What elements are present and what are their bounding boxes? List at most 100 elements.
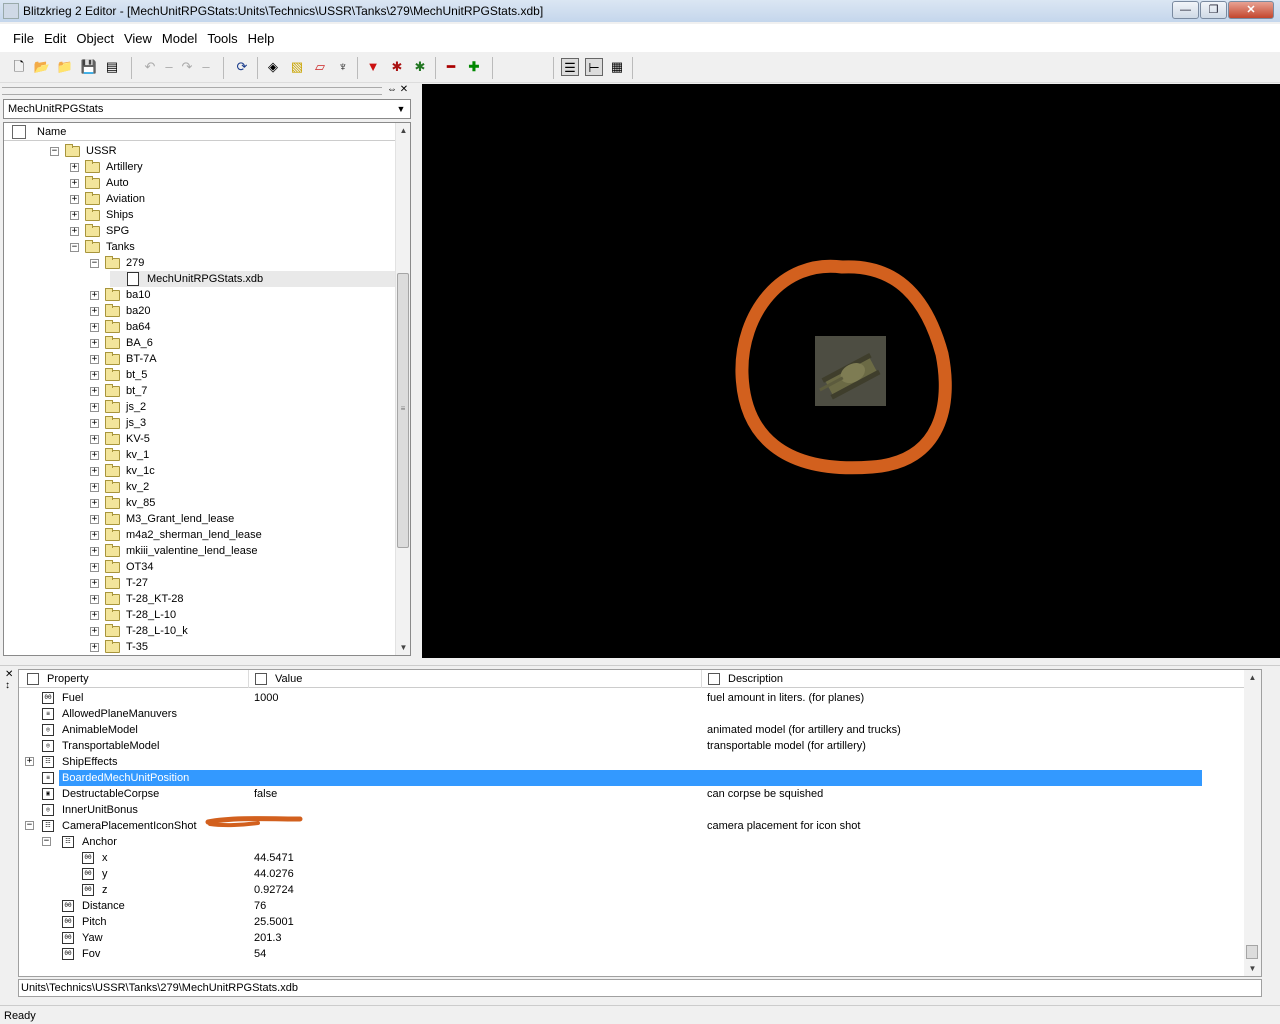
remove-icon[interactable]: ━ <box>442 58 460 76</box>
property-row[interactable]: 00 x 44.5471 <box>19 850 1261 866</box>
menu-help[interactable]: Help <box>243 31 280 46</box>
expand-icon[interactable]: + <box>90 562 99 572</box>
view-tree-icon[interactable]: ⊢ <box>585 58 603 76</box>
property-row[interactable]: 00 z 0.92724 <box>19 882 1261 898</box>
menu-edit[interactable]: Edit <box>39 31 71 46</box>
expand-icon[interactable]: + <box>90 530 99 540</box>
tree-folder-item[interactable]: + js_2 <box>90 399 146 415</box>
redo-dropdown-icon[interactable]: ‒ <box>197 58 215 76</box>
property-grid-scrollbar[interactable]: ▲ ▼ <box>1244 670 1261 976</box>
property-value[interactable]: 0.92724 <box>254 884 294 896</box>
tree-folder-item[interactable]: + T-28_L-10 <box>90 607 176 623</box>
tree-folder-item[interactable]: + T-27 <box>90 575 148 591</box>
property-value[interactable]: 1000 <box>254 692 278 704</box>
property-value[interactable]: 201.3 <box>254 932 282 944</box>
property-value[interactable]: false <box>254 788 277 800</box>
expand-icon[interactable]: + <box>90 594 99 604</box>
expand-icon[interactable]: + <box>90 578 99 588</box>
expand-icon[interactable]: + <box>90 370 99 380</box>
property-row[interactable]: + ☷ ShipEffects <box>19 754 1261 770</box>
property-row[interactable]: ◎ AnimableModel animated model (for artill… <box>19 722 1261 738</box>
property-value[interactable]: 44.0276 <box>254 868 294 880</box>
panel-resize-icon[interactable]: ⇔ <box>386 84 398 96</box>
refresh-icon[interactable]: ⟳ <box>233 58 251 76</box>
expand-icon[interactable]: + <box>90 402 99 412</box>
tree-folder-item[interactable]: + BA_6 <box>90 335 153 351</box>
property-row[interactable]: ≡ BoardedMechUnitPosition <box>19 770 1261 786</box>
collapse-icon[interactable]: − <box>25 821 34 830</box>
expand-icon[interactable]: + <box>70 162 79 172</box>
tree-folder-item[interactable]: + ba20 <box>90 303 150 319</box>
object-path-field[interactable]: Units\Technics\USSR\Tanks\279\MechUnitRP… <box>18 979 1262 997</box>
expand-icon[interactable]: + <box>70 194 79 204</box>
expand-icon[interactable]: + <box>90 466 99 476</box>
expand-icon[interactable]: + <box>90 354 99 364</box>
box-icon[interactable]: ▱ <box>311 58 329 76</box>
tree-folder-item[interactable]: + T-28_L-10_k <box>90 623 188 639</box>
redo-icon[interactable]: ↷ <box>178 58 196 76</box>
minimize-button[interactable]: — <box>1172 1 1199 19</box>
tree-folder-item[interactable]: + OT34 <box>90 559 154 575</box>
view-list-icon[interactable]: ☰ <box>561 58 579 76</box>
tree-folder-item[interactable]: + Auto <box>70 175 129 191</box>
property-value[interactable]: 44.5471 <box>254 852 294 864</box>
object-tree[interactable]: Name − USSR + Artillery + Auto + Aviation + Ships… <box>3 122 411 656</box>
collapse-icon[interactable]: − <box>90 258 99 268</box>
expand-icon[interactable]: + <box>90 418 99 428</box>
tree-icon[interactable]: ♆ <box>334 58 352 76</box>
expand-icon[interactable]: + <box>90 546 99 556</box>
tree-folder-item[interactable]: + mkiii_valentine_lend_lease <box>90 543 257 559</box>
panel-gripper[interactable] <box>2 87 382 95</box>
diamond-grid-icon[interactable]: ◈ <box>264 58 282 76</box>
open-recent-icon[interactable]: 📁 <box>56 58 74 76</box>
expand-icon[interactable]: + <box>90 610 99 620</box>
tree-folder-item[interactable]: + BT-7A <box>90 351 157 367</box>
tree-header[interactable]: Name <box>4 123 396 141</box>
export-icon[interactable]: ▼ <box>364 58 382 76</box>
tree-folder-item[interactable]: + m4a2_sherman_lend_lease <box>90 527 262 543</box>
panel-close-icon[interactable]: ✕ <box>398 84 410 96</box>
property-row[interactable]: ◎ TransportableModel transportable model (… <box>19 738 1261 754</box>
property-row[interactable]: 00 Yaw 201.3 <box>19 930 1261 946</box>
tree-folder-item[interactable]: − Tanks <box>70 239 135 255</box>
maximize-button[interactable]: ❐ <box>1200 1 1227 19</box>
tree-folder-item[interactable]: + T-28_KT-28 <box>90 591 183 607</box>
hatch-icon[interactable]: ▧ <box>288 58 306 76</box>
undo-icon[interactable]: ↶ <box>141 58 159 76</box>
grid-scroll-thumb[interactable] <box>1246 945 1258 959</box>
expand-icon[interactable]: + <box>90 482 99 492</box>
expand-icon[interactable]: + <box>90 306 99 316</box>
property-value[interactable]: 54 <box>254 948 266 960</box>
type-selector[interactable]: MechUnitRPGStats ▼ <box>3 99 411 119</box>
expand-icon[interactable]: + <box>90 290 99 300</box>
expand-icon[interactable]: + <box>90 322 99 332</box>
view-table-icon[interactable]: ▦ <box>608 58 626 76</box>
property-row[interactable]: 00 Fuel 1000 fuel amount in liters. (for pl… <box>19 690 1261 706</box>
tree-folder-item[interactable]: + ba10 <box>90 287 150 303</box>
collapse-icon[interactable]: − <box>50 146 59 156</box>
tree-folder-item[interactable]: + SPG <box>70 223 129 239</box>
property-row[interactable]: 00 Pitch 25.5001 <box>19 914 1261 930</box>
expand-icon[interactable]: + <box>90 514 99 524</box>
tree-folder-item[interactable]: + kv_1c <box>90 463 155 479</box>
tree-folder-item[interactable]: + T-35 <box>90 639 148 655</box>
tree-folder-item[interactable]: + kv_2 <box>90 479 149 495</box>
new-file-icon[interactable]: 🗋 <box>10 58 28 76</box>
check-out-icon[interactable]: ✱ <box>388 58 406 76</box>
expand-icon[interactable]: + <box>90 434 99 444</box>
tree-folder-item[interactable]: + js_3 <box>90 415 146 431</box>
tree-folder-item[interactable]: + Aviation <box>70 191 145 207</box>
property-value[interactable]: 76 <box>254 900 266 912</box>
check-in-icon[interactable]: ✱ <box>411 58 429 76</box>
tree-folder-item[interactable]: + kv_85 <box>90 495 155 511</box>
tree-folder-item[interactable]: + ba64 <box>90 319 150 335</box>
property-row[interactable]: 00 Fov 54 <box>19 946 1261 962</box>
horizontal-splitter[interactable] <box>0 658 1280 666</box>
property-value[interactable]: 25.5001 <box>254 916 294 928</box>
expand-icon[interactable]: + <box>70 226 79 236</box>
tree-file-item[interactable]: MechUnitRPGStats.xdb <box>110 271 396 287</box>
property-panel-close-icon[interactable]: ✕ ↕ <box>5 669 17 691</box>
tree-folder-item[interactable]: + Artillery <box>70 159 143 175</box>
column-header-description[interactable]: Description <box>702 670 1246 688</box>
close-button[interactable]: ✕ <box>1228 1 1274 19</box>
